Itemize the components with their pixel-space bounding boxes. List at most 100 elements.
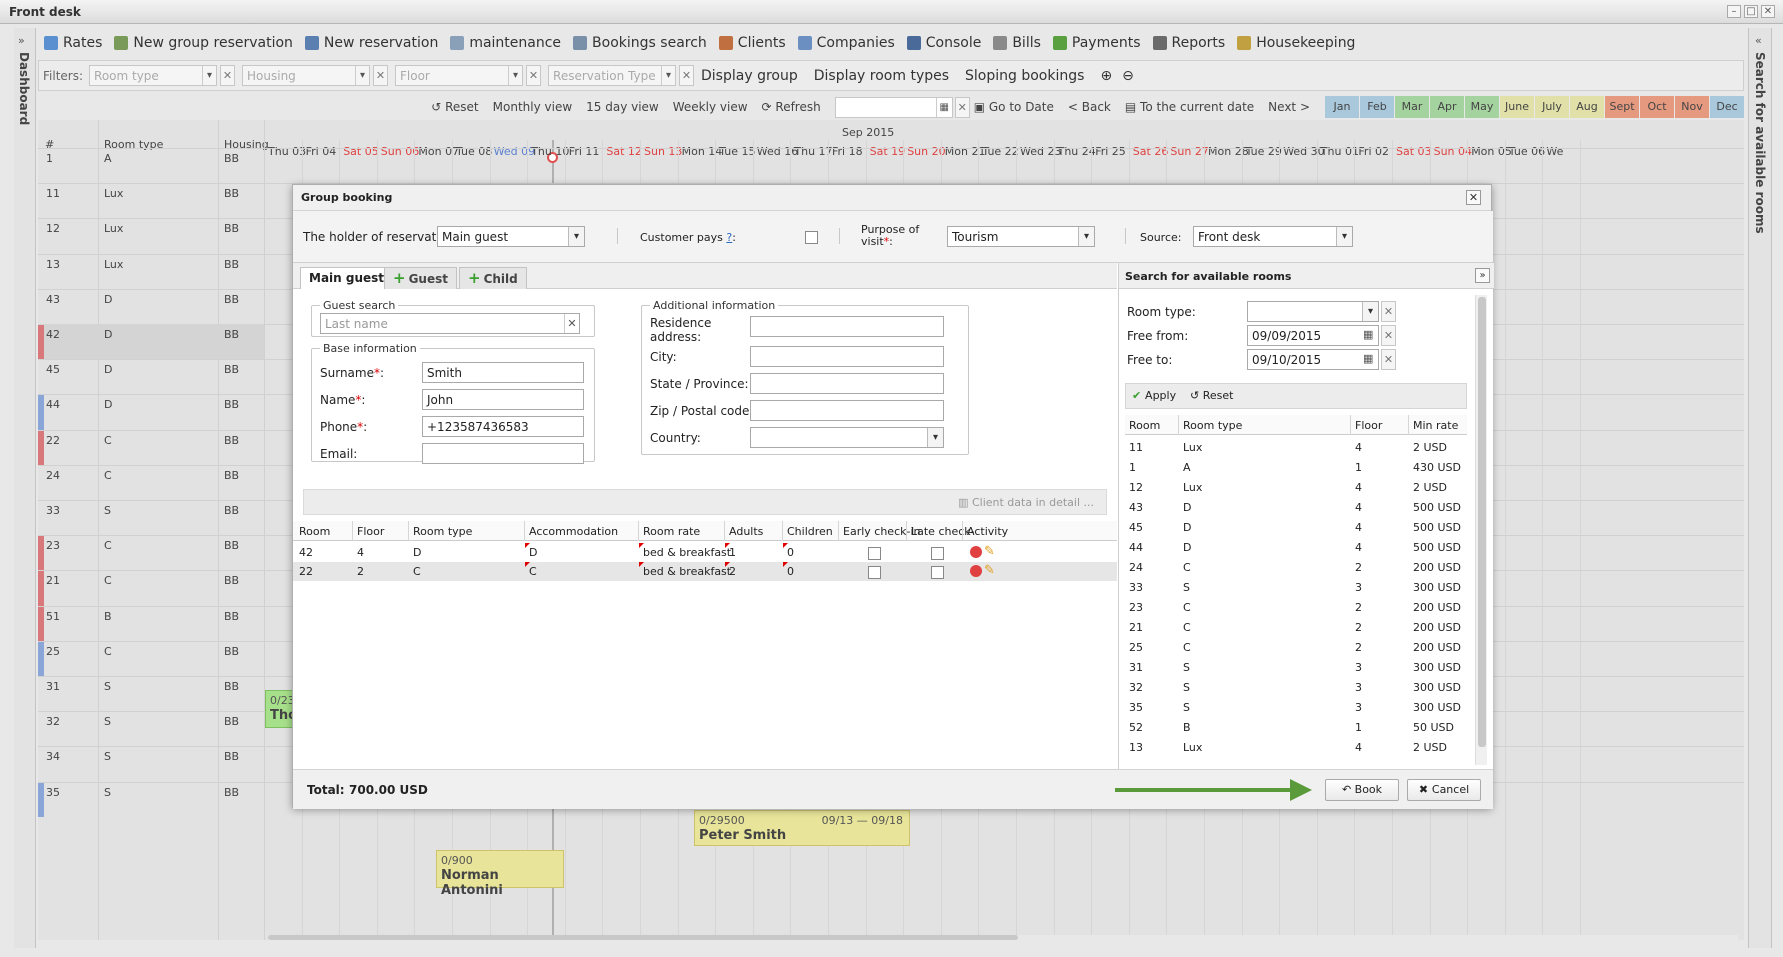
available-room-row[interactable]: 31 S 3 300 USD xyxy=(1125,657,1467,677)
table-cell-children[interactable]: 0 xyxy=(787,546,794,559)
table-cell-rate[interactable]: bed & breakfast xyxy=(643,546,731,559)
maximize-icon[interactable]: □ xyxy=(1744,5,1758,18)
room-number[interactable]: 44 xyxy=(46,398,60,411)
month-button-june[interactable]: June xyxy=(1500,96,1534,118)
state-field[interactable] xyxy=(750,373,944,394)
edit-pencil-icon[interactable]: ✎ xyxy=(984,563,995,578)
back-button[interactable]: < Back xyxy=(1068,100,1111,114)
room-number[interactable]: 23 xyxy=(46,539,60,552)
month-button-sept[interactable]: Sept xyxy=(1605,96,1639,118)
toolbar-button[interactable]: maintenance xyxy=(444,31,567,55)
room-number[interactable]: 45 xyxy=(46,363,60,376)
chevron-down-icon[interactable]: ▾ xyxy=(1336,227,1352,246)
room-type-filter[interactable]: Room type ▾ xyxy=(89,65,218,86)
table-header-cell[interactable]: Room xyxy=(299,525,330,538)
toolbar-button[interactable]: Companies xyxy=(792,31,901,55)
booking-block[interactable]: 0/29500 09/13 — 09/18 Peter Smith xyxy=(694,810,910,846)
display-room-types-link[interactable]: Display room types xyxy=(814,68,949,84)
clear-date-icon[interactable]: ✕ xyxy=(954,96,970,118)
delete-icon[interactable] xyxy=(970,546,982,558)
room-number[interactable]: 51 xyxy=(46,610,60,623)
customer-pays-checkbox[interactable] xyxy=(805,231,818,244)
table-cell-children[interactable]: 0 xyxy=(787,565,794,578)
tab-child[interactable]: + Child xyxy=(459,267,527,289)
table-header-cell[interactable]: Activity xyxy=(967,525,1008,538)
name-field[interactable]: John xyxy=(422,389,584,410)
calendar-icon[interactable]: ▦ xyxy=(935,97,952,117)
city-field[interactable] xyxy=(750,346,944,367)
scrollbar-thumb[interactable] xyxy=(268,935,1018,940)
refresh-button[interactable]: ⟳ Refresh xyxy=(762,100,821,114)
book-button[interactable]: ↶ Book xyxy=(1325,779,1399,801)
available-room-row[interactable]: 1 A 1 430 USD xyxy=(1125,457,1467,477)
table-header-cell[interactable]: Room rate xyxy=(643,525,700,538)
calendar-icon[interactable]: ▦ xyxy=(1363,352,1373,365)
search-header-cell[interactable]: Floor xyxy=(1355,419,1382,432)
tab-main-guest[interactable]: Main guest xyxy=(300,267,394,289)
email-field[interactable] xyxy=(422,443,584,464)
available-room-row[interactable]: 33 S 3 300 USD xyxy=(1125,577,1467,597)
expand-search-icon[interactable]: « xyxy=(1755,34,1762,47)
room-number[interactable]: 33 xyxy=(46,504,60,517)
room-number[interactable]: 21 xyxy=(46,574,60,587)
last-name-search-input[interactable]: Last name xyxy=(320,313,580,334)
search-room-type-select[interactable]: ▾ xyxy=(1247,301,1379,322)
weekly-view-button[interactable]: Weekly view xyxy=(673,100,748,114)
reset-view-button[interactable]: ↺ Reset xyxy=(431,100,478,114)
help-link[interactable]: ? xyxy=(726,231,732,244)
toolbar-button[interactable]: Clients xyxy=(713,31,792,55)
calendar-icon[interactable]: ▦ xyxy=(1363,328,1373,341)
available-room-row[interactable]: 32 S 3 300 USD xyxy=(1125,677,1467,697)
toolbar-button[interactable]: Reports xyxy=(1147,31,1232,55)
scrollbar-thumb[interactable] xyxy=(1478,297,1486,747)
free-from-field[interactable]: 09/09/2015 xyxy=(1247,325,1379,346)
room-number[interactable]: 12 xyxy=(46,222,60,235)
country-select[interactable]: ▾ xyxy=(750,427,944,448)
room-number[interactable]: 42 xyxy=(46,328,60,341)
clear-icon[interactable]: ✕ xyxy=(1381,301,1396,322)
chevron-down-icon[interactable]: ▾ xyxy=(661,66,675,85)
search-rooms-sidebar[interactable]: « Search for available rooms xyxy=(1748,28,1772,948)
month-button-mar[interactable]: Mar xyxy=(1395,96,1429,118)
minimize-icon[interactable]: – xyxy=(1727,5,1741,18)
available-room-row[interactable]: 25 C 2 200 USD xyxy=(1125,637,1467,657)
clear-icon[interactable]: ✕ xyxy=(1381,325,1396,346)
sloping-bookings-link[interactable]: Sloping bookings xyxy=(965,68,1084,84)
table-header-cell[interactable]: Accommodation xyxy=(529,525,618,538)
monthly-view-button[interactable]: Monthly view xyxy=(493,100,573,114)
close-window-icon[interactable]: ✕ xyxy=(1761,5,1775,18)
available-room-row[interactable]: 11 Lux 4 2 USD xyxy=(1125,437,1467,457)
toolbar-button[interactable]: Console xyxy=(901,31,988,55)
room-number[interactable]: 1 xyxy=(46,152,53,165)
expand-dashboard-icon[interactable]: » xyxy=(18,34,25,47)
chevron-down-icon[interactable]: ▾ xyxy=(568,227,584,246)
reservation-type-filter[interactable]: Reservation Type ▾ xyxy=(548,65,677,86)
month-button-oct[interactable]: Oct xyxy=(1640,96,1674,118)
vertical-scrollbar[interactable] xyxy=(1475,295,1487,765)
date-input[interactable]: ▦ xyxy=(834,96,953,118)
month-button-aug[interactable]: Aug xyxy=(1570,96,1604,118)
room-number[interactable]: 24 xyxy=(46,469,60,482)
toolbar-button[interactable]: New group reservation xyxy=(108,31,299,55)
table-header-cell[interactable]: Early check-in xyxy=(843,525,920,538)
tab-guest[interactable]: + Guest xyxy=(384,267,457,289)
chevron-down-icon[interactable]: ▾ xyxy=(927,428,943,447)
surname-field[interactable]: Smith xyxy=(422,362,584,383)
clear-search-icon[interactable]: ✕ xyxy=(564,314,579,333)
search-reset-button[interactable]: ↺ Reset xyxy=(1190,389,1233,402)
available-room-row[interactable]: 12 Lux 4 2 USD xyxy=(1125,477,1467,497)
day15-view-button[interactable]: 15 day view xyxy=(586,100,659,114)
available-room-row[interactable]: 52 B 1 50 USD xyxy=(1125,717,1467,737)
room-number[interactable]: 11 xyxy=(46,187,60,200)
apply-button[interactable]: ✔ Apply xyxy=(1132,389,1176,402)
booking-block[interactable]: 0/900 Norman Antonini xyxy=(436,850,564,898)
table-header-cell[interactable]: Children xyxy=(787,525,833,538)
room-number[interactable]: 32 xyxy=(46,715,60,728)
available-room-row[interactable]: 13 Lux 4 2 USD xyxy=(1125,737,1467,757)
table-header-cell[interactable]: Floor xyxy=(357,525,384,538)
room-number[interactable]: 34 xyxy=(46,750,60,763)
holder-select[interactable]: Main guest ▾ xyxy=(437,226,585,247)
room-number[interactable]: 43 xyxy=(46,293,60,306)
search-header-cell[interactable]: Room type xyxy=(1183,419,1242,432)
late-checkout-checkbox[interactable] xyxy=(931,547,944,560)
